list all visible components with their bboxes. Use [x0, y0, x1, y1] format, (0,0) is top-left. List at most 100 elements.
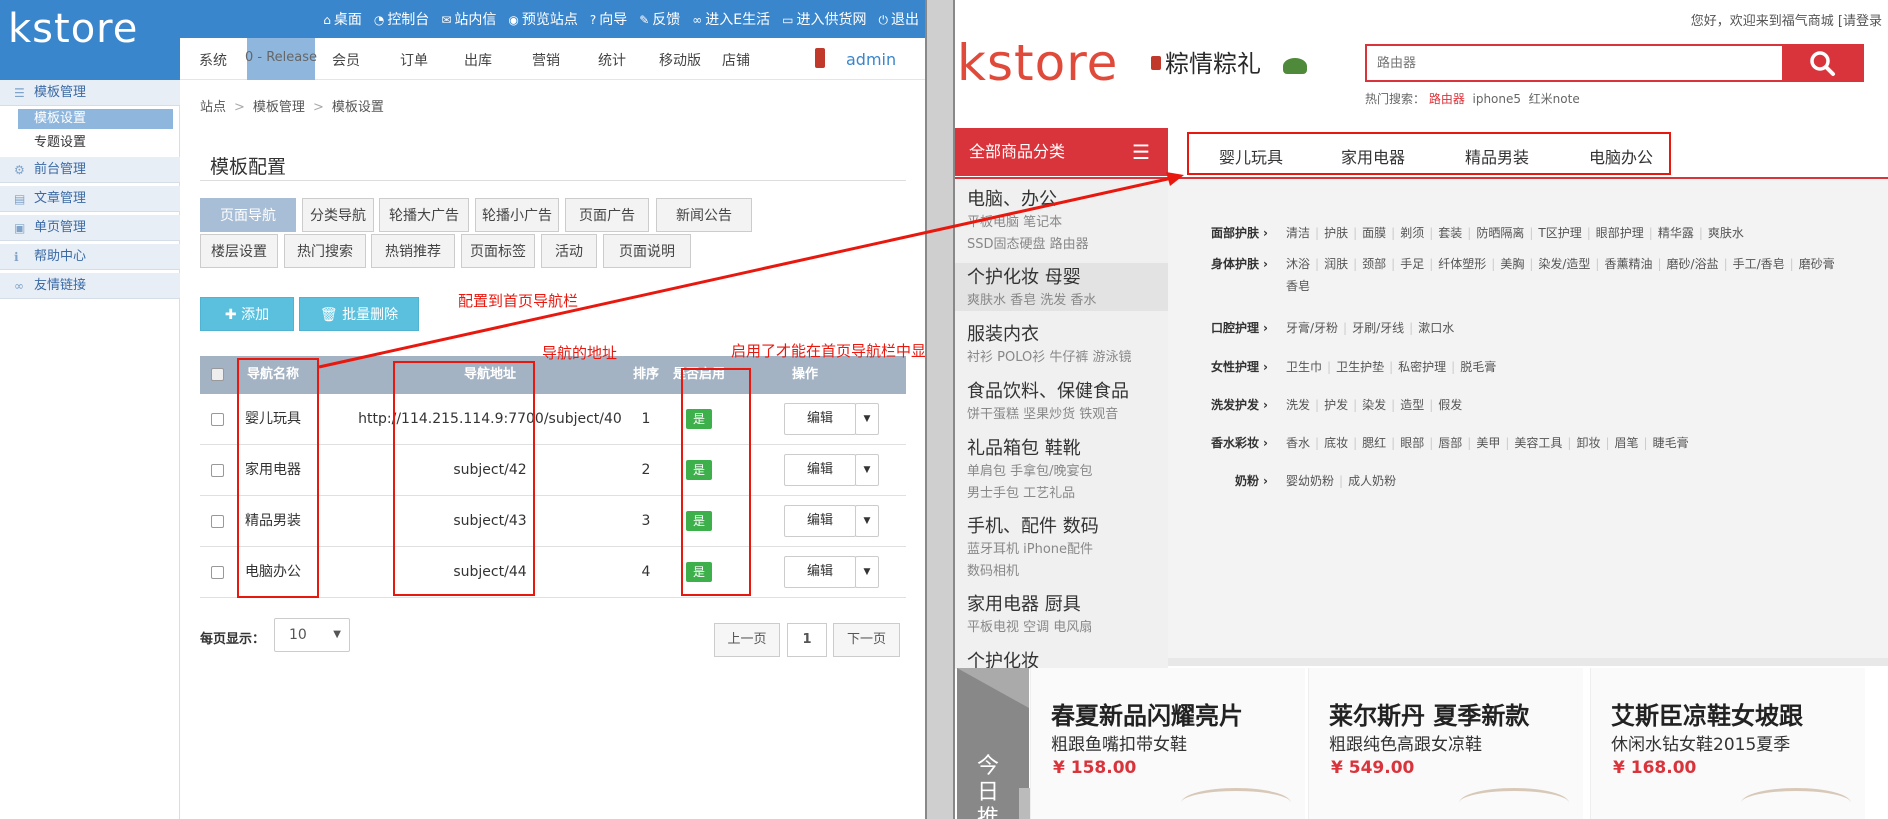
row-checkbox[interactable]: [211, 464, 224, 477]
detail-item[interactable]: 香薰精油: [1604, 257, 1652, 271]
top-nav-item[interactable]: 家用电器: [1341, 144, 1405, 168]
config-tab[interactable]: 新闻公告: [656, 198, 752, 232]
breadcrumb-item[interactable]: 模板设置: [332, 100, 384, 115]
detail-item[interactable]: 染发/造型: [1538, 257, 1590, 271]
top-link[interactable]: ✎ 反馈: [639, 9, 680, 29]
row-checkbox[interactable]: [211, 566, 224, 579]
config-tab[interactable]: 页面导航: [200, 198, 296, 232]
config-tab[interactable]: 分类导航: [302, 198, 374, 232]
edit-dropdown-toggle[interactable]: ▼: [855, 403, 879, 435]
top-link[interactable]: ◔ 控制台: [374, 9, 429, 29]
detail-item[interactable]: 卫生巾: [1286, 360, 1322, 374]
top-link[interactable]: ✉ 站内信: [441, 9, 496, 29]
top-nav-item[interactable]: 电脑办公: [1589, 144, 1653, 168]
category-title[interactable]: 家用电器 厨具: [967, 590, 1168, 616]
top-link[interactable]: ◉ 预览站点: [508, 9, 577, 29]
sidebar-subitem[interactable]: 模板设置: [18, 109, 173, 129]
detail-item[interactable]: 脱毛膏: [1460, 360, 1496, 374]
detail-item[interactable]: 成人奶粉: [1348, 474, 1396, 488]
admin-logo[interactable]: kstore: [8, 6, 138, 52]
category-sub[interactable]: 蓝牙耳机 iPhone配件: [967, 540, 1168, 560]
detail-item[interactable]: 手足: [1400, 257, 1424, 271]
edit-dropdown-toggle[interactable]: ▼: [855, 454, 879, 486]
nav-item[interactable]: 系统: [199, 50, 227, 70]
category-sub[interactable]: 数码相机: [967, 562, 1168, 582]
config-tab[interactable]: 页面广告: [565, 198, 649, 232]
detail-item[interactable]: 防晒隔离: [1476, 226, 1524, 240]
detail-item[interactable]: 婴幼奶粉: [1286, 474, 1334, 488]
category-block[interactable]: 家用电器 厨具 平板电视 空调 电风扇: [955, 590, 1168, 638]
detail-item[interactable]: 卫生护垫: [1336, 360, 1384, 374]
detail-label[interactable]: 洗发护发 ›: [1198, 396, 1268, 413]
nav-item[interactable]: 订单: [400, 50, 428, 70]
add-button[interactable]: ✚ 添加: [200, 297, 294, 331]
detail-item[interactable]: 漱口水: [1418, 321, 1454, 335]
detail-item[interactable]: 洗发: [1286, 398, 1310, 412]
config-tab[interactable]: 楼层设置: [200, 234, 278, 268]
detail-item[interactable]: 眼部: [1400, 436, 1424, 450]
welcome-text[interactable]: 您好，欢迎来到福气商城 [请登录: [1691, 10, 1882, 29]
top-link[interactable]: ? 向导: [590, 9, 627, 29]
category-block[interactable]: 礼品箱包 鞋靴 单肩包 手拿包/晚宴包 男士手包 工艺礼品: [955, 434, 1168, 504]
detail-item[interactable]: 牙刷/牙线: [1352, 321, 1404, 335]
nav-item[interactable]: 营销: [532, 50, 560, 70]
row-checkbox[interactable]: [211, 413, 224, 426]
nav-item[interactable]: 出库: [464, 50, 492, 70]
detail-item[interactable]: 面膜: [1362, 226, 1386, 240]
category-sub[interactable]: 男士手包 工艺礼品: [967, 484, 1168, 504]
category-sub[interactable]: 单肩包 手拿包/晚宴包: [967, 462, 1168, 482]
sidebar-subitem[interactable]: 专题设置: [18, 133, 173, 153]
detail-item[interactable]: 颈部: [1362, 257, 1386, 271]
category-block[interactable]: 个护化妆 母婴 爽肤水 香皂 洗发 香水: [955, 263, 1168, 311]
detail-item[interactable]: 造型: [1400, 398, 1424, 412]
detail-item[interactable]: 爽肤水: [1708, 226, 1744, 240]
hot-term[interactable]: 红米note: [1529, 92, 1580, 106]
detail-item[interactable]: 香水: [1286, 436, 1310, 450]
detail-item[interactable]: 精华露: [1658, 226, 1694, 240]
detail-item[interactable]: 香皂: [1286, 279, 1310, 293]
detail-item[interactable]: 卸妆: [1576, 436, 1600, 450]
config-tab[interactable]: 轮播大广告: [379, 198, 469, 232]
promo-card[interactable]: 莱尔斯丹 夏季新款 粗跟纯色高跟女凉鞋 ¥ 549.00: [1308, 668, 1583, 819]
detail-item[interactable]: 底妆: [1324, 436, 1348, 450]
edit-button[interactable]: 编辑: [784, 556, 856, 588]
detail-item[interactable]: 睫毛膏: [1653, 436, 1689, 450]
sidebar-group[interactable]: ▣ 单页管理: [0, 215, 180, 241]
category-title[interactable]: 服装内衣: [967, 320, 1168, 346]
breadcrumb-item[interactable]: 站点: [200, 100, 226, 115]
promo-title[interactable]: 艾斯臣凉鞋女坡跟: [1611, 696, 1803, 731]
promo-card[interactable]: 春夏新品闪耀亮片 粗跟鱼嘴扣带女鞋 ¥ 158.00: [1030, 668, 1305, 819]
all-categories-header[interactable]: 全部商品分类 ☰: [955, 128, 1168, 176]
edit-button[interactable]: 编辑: [784, 454, 856, 486]
detail-label[interactable]: 口腔护理 ›: [1198, 319, 1268, 336]
category-block[interactable]: 服装内衣 衬衫 POLO衫 牛仔裤 游泳镜: [955, 320, 1168, 368]
config-tab[interactable]: 轮播小广告: [475, 198, 559, 232]
config-tab[interactable]: 页面标签: [461, 234, 535, 268]
detail-item[interactable]: 润肤: [1324, 257, 1348, 271]
detail-label[interactable]: 面部护肤 ›: [1198, 224, 1268, 241]
promo-card[interactable]: 艾斯臣凉鞋女坡跟 休闲水钻女鞋2015夏季 ¥ 168.00: [1590, 668, 1865, 819]
detail-label[interactable]: 女性护理 ›: [1198, 358, 1268, 375]
category-title[interactable]: 礼品箱包 鞋靴: [967, 434, 1168, 460]
category-sub[interactable]: SSD固态硬盘 路由器: [967, 235, 1168, 255]
search-button[interactable]: [1782, 44, 1864, 82]
detail-item[interactable]: 套装: [1438, 226, 1462, 240]
detail-item[interactable]: 美胸: [1500, 257, 1524, 271]
nav-item[interactable]: 会员: [332, 50, 360, 70]
detail-item[interactable]: 清洁: [1286, 226, 1310, 240]
category-title[interactable]: 食品饮料、保健食品: [967, 377, 1168, 403]
detail-item[interactable]: 护发: [1324, 398, 1348, 412]
sidebar-group[interactable]: ⚙ 前台管理: [0, 157, 180, 183]
nav-item[interactable]: 移动版: [659, 50, 701, 70]
config-tab[interactable]: 活动: [541, 234, 597, 268]
config-tab[interactable]: 页面说明: [603, 234, 691, 268]
detail-item[interactable]: 唇部: [1438, 436, 1462, 450]
store-logo[interactable]: kstore: [957, 34, 1118, 92]
detail-item[interactable]: 私密护理: [1398, 360, 1446, 374]
category-block[interactable]: 电脑、办公 平板电脑 笔记本 SSD固态硬盘 路由器: [955, 185, 1168, 255]
detail-item[interactable]: 磨砂/浴盐: [1667, 257, 1719, 271]
batch-delete-button[interactable]: 🗑 批量删除: [299, 297, 419, 331]
top-nav-item[interactable]: 婴儿玩具: [1219, 144, 1283, 168]
category-title[interactable]: 电脑、办公: [967, 185, 1168, 211]
row-checkbox[interactable]: [211, 515, 224, 528]
